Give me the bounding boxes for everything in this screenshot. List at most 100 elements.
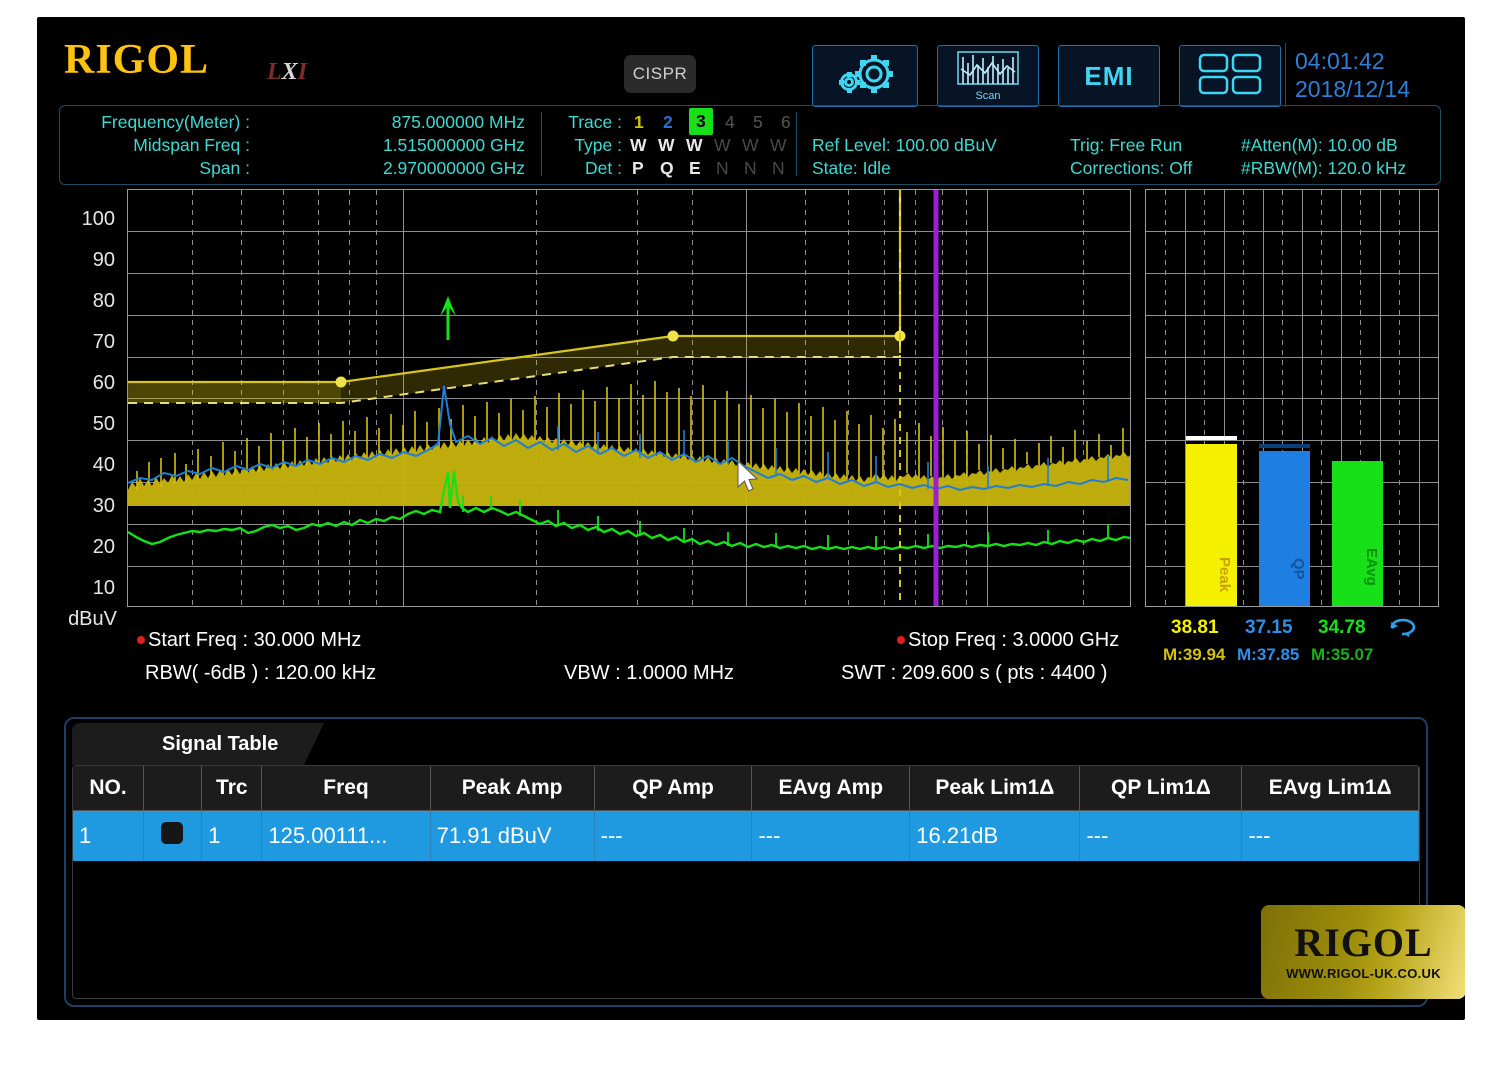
bar-value-peak: 38.81 (1171, 617, 1219, 638)
bar-gridline-h (1146, 398, 1438, 399)
cell-peak-amp[interactable]: 71.91 dBuV (430, 810, 595, 861)
type-5[interactable]: W (742, 134, 759, 157)
trace-4[interactable]: 4 (725, 111, 735, 134)
trace-1[interactable]: 1 (634, 111, 644, 134)
type-6[interactable]: W (770, 134, 787, 157)
settings-button[interactable] (812, 45, 918, 107)
bar-label-eavg: EAvg (1363, 548, 1380, 586)
cell-mark[interactable] (143, 810, 203, 861)
ref-level[interactable]: Ref Level: 100.00 dBuV (812, 134, 997, 157)
det-5[interactable]: N (744, 157, 757, 180)
cell-peak-lim[interactable]: 16.21dB (909, 810, 1081, 861)
col-qp-lim[interactable]: QP Lim1Δ (1079, 766, 1243, 811)
bar-gridline-h (1146, 315, 1438, 316)
signal-table-tab[interactable]: Signal Table (72, 723, 325, 765)
y-tick-40: 40 (92, 454, 115, 476)
signal-table-panel: Signal Table NO. Trc Freq Peak Amp QP Am… (64, 717, 1428, 1007)
bar-gridline-h (1146, 440, 1438, 441)
trace-2[interactable]: 2 (663, 111, 673, 134)
y-tick-100: 100 (81, 208, 115, 230)
trace-3[interactable]: 3 (689, 108, 713, 135)
clock: 04:01:42 2018/12/14 (1295, 47, 1410, 103)
col-peak-lim[interactable]: Peak Lim1Δ (909, 766, 1081, 811)
state: State: Idle (812, 158, 891, 178)
limit-node (335, 376, 347, 388)
det-2[interactable]: Q (660, 157, 674, 180)
y-tick-60: 60 (92, 372, 115, 394)
frequency-meter-label: Frequency(Meter) : (101, 112, 250, 132)
col-mark[interactable] (143, 766, 203, 811)
emi-button[interactable]: EMI (1058, 45, 1160, 107)
trace-5[interactable]: 5 (753, 111, 763, 134)
bar-qp-max-tick (1259, 444, 1310, 448)
table-row[interactable]: 1 1 125.00111... 71.91 dBuV --- --- 16.2… (73, 810, 1419, 861)
attenuation[interactable]: #Atten(M): 10.00 dB (1241, 134, 1398, 157)
col-trc[interactable]: Trc (201, 766, 263, 811)
rbw-meter[interactable]: #RBW(M): 120.0 kHz (1241, 157, 1406, 180)
type-label: Type : (574, 135, 622, 155)
col-eavg-lim[interactable]: EAvg Lim1Δ (1241, 766, 1419, 811)
y-tick-10: 10 (92, 577, 115, 599)
watermark-url: WWW.RIGOL-UK.CO.UK (1286, 966, 1441, 981)
cell-no[interactable]: 1 (73, 810, 145, 861)
span-value[interactable]: 2.970000000 GHz (300, 157, 525, 180)
cell-qp-amp[interactable]: --- (594, 810, 753, 861)
det-6[interactable]: N (772, 157, 785, 180)
bar-peak-max-tick (1186, 436, 1237, 440)
midspan-freq-value[interactable]: 1.515000000 GHz (300, 134, 525, 157)
vbw[interactable]: VBW : 1.0000 MHz (564, 662, 734, 685)
frequency-info: Start Freq : 30.000 MHz Stop Freq : 3.00… (59, 629, 1119, 701)
stop-freq[interactable]: Stop Freq : 3.0000 GHz (897, 629, 1119, 652)
col-eavg-amp[interactable]: EAvg Amp (751, 766, 911, 811)
bar-label-peak: Peak (1216, 556, 1233, 592)
bar-max-qp: M:37.85 (1237, 645, 1300, 664)
bar-qp[interactable] (1259, 451, 1310, 606)
col-peak-amp[interactable]: Peak Amp (430, 766, 595, 811)
rigol-uk-watermark: RIGOL WWW.RIGOL-UK.CO.UK (1261, 905, 1465, 999)
cell-qp-lim[interactable]: --- (1079, 810, 1243, 861)
cell-eavg-amp[interactable]: --- (751, 810, 911, 861)
det-4[interactable]: N (716, 157, 729, 180)
mark-square-icon (161, 822, 184, 844)
type-4[interactable]: W (714, 134, 731, 157)
scan-button[interactable]: Scan (937, 45, 1039, 107)
clock-date: 2018/12/14 (1295, 76, 1411, 102)
bar-gridline-v-dashed (1399, 190, 1400, 606)
emi-button-label: EMI (1084, 60, 1134, 91)
stop-freq-marker-icon (897, 636, 905, 644)
rbw[interactable]: RBW( -6dB ) : 120.00 kHz (145, 662, 376, 685)
type-2[interactable]: W (658, 134, 675, 157)
type-1[interactable]: W (630, 134, 647, 157)
cell-trc[interactable]: 1 (201, 810, 263, 861)
y-tick-90: 90 (92, 249, 115, 271)
trigger-mode[interactable]: Trig: Free Run (1070, 134, 1182, 157)
mouse-cursor (736, 459, 762, 501)
plot-area: 100 90 80 70 60 50 40 30 20 10 dBuV Peak… (59, 189, 1439, 664)
trace-label: Trace : (568, 112, 622, 132)
corrections[interactable]: Corrections: Off (1070, 157, 1192, 180)
col-qp-amp[interactable]: QP Amp (594, 766, 753, 811)
signal-table: NO. Trc Freq Peak Amp QP Amp EAvg Amp Pe… (73, 766, 1419, 861)
type-3[interactable]: W (686, 134, 703, 157)
bar-chart-grid[interactable]: Peak QP EAvg (1145, 189, 1439, 607)
swt: SWT : 209.600 s ( pts : 4400 ) (841, 662, 1108, 684)
clock-time: 04:01:42 (1295, 48, 1385, 74)
col-no[interactable]: NO. (73, 766, 145, 811)
frequency-meter-value[interactable]: 875.000000 MHz (300, 111, 525, 134)
refresh-icon[interactable] (1388, 615, 1418, 642)
cell-eavg-lim[interactable]: --- (1241, 810, 1419, 861)
cell-freq[interactable]: 125.00111... (261, 810, 431, 861)
col-freq[interactable]: Freq (261, 766, 431, 811)
y-tick-50: 50 (92, 413, 115, 435)
cispr-button[interactable]: CISPR (624, 55, 696, 93)
y-tick-70: 70 (92, 331, 115, 353)
start-freq[interactable]: Start Freq : 30.000 MHz (137, 629, 361, 652)
det-3[interactable]: E (689, 157, 701, 180)
grid-view-button[interactable] (1179, 45, 1281, 107)
trace-6[interactable]: 6 (781, 111, 791, 134)
det-1[interactable]: P (632, 157, 644, 180)
parameter-panel: Frequency(Meter) : Midspan Freq : Span :… (59, 105, 1441, 185)
bar-gridline-h (1146, 357, 1438, 358)
y-axis-unit: dBuV (68, 608, 117, 630)
spectrum-grid[interactable] (127, 189, 1131, 607)
